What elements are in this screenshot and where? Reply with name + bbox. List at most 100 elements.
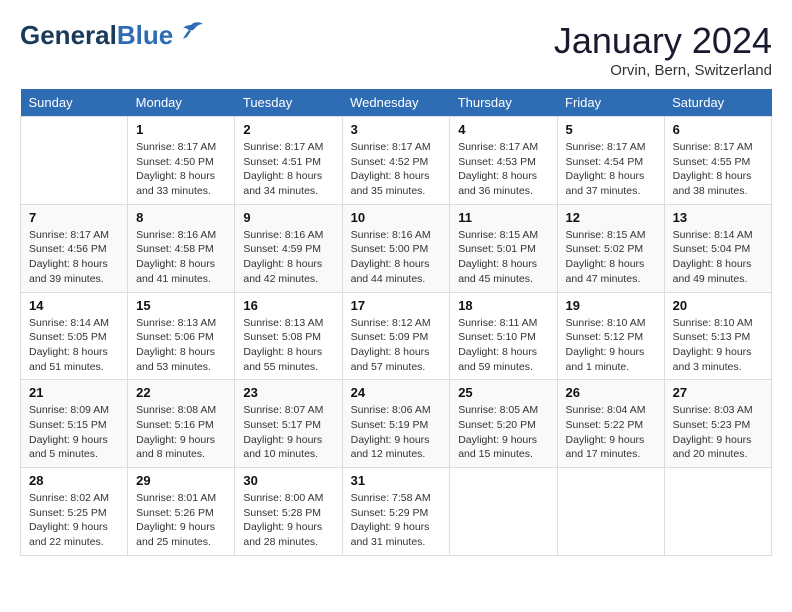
location: Orvin, Bern, Switzerland [554,62,772,79]
calendar-cell: 2 Sunrise: 8:17 AMSunset: 4:51 PMDaylight… [235,117,342,205]
day-info: Sunrise: 8:15 AMSunset: 5:02 PMDaylight:… [566,228,656,287]
calendar-cell: 20Sunrise: 8:10 AMSunset: 5:13 PMDayligh… [664,292,771,380]
day-number: 16 [243,298,333,313]
calendar-cell: 25 Sunrise: 8:05 AMSunset: 5:20 PMDayligh… [450,380,557,468]
calendar-cell: 5 Sunrise: 8:17 AMSunset: 4:54 PMDaylight… [557,117,664,205]
calendar-cell: 23 Sunrise: 8:07 AMSunset: 5:17 PMDayligh… [235,380,342,468]
day-info: Sunrise: 8:09 AMSunset: 5:15 PMDaylight:… [29,403,119,462]
calendar-cell [21,117,128,205]
calendar-cell: 3 Sunrise: 8:17 AMSunset: 4:52 PMDaylight… [342,117,450,205]
day-number: 14 [29,298,119,313]
day-number: 30 [243,473,333,488]
day-info: Sunrise: 8:05 AMSunset: 5:20 PMDaylight:… [458,403,548,462]
day-number: 9 [243,210,333,225]
day-info: Sunrise: 8:04 AMSunset: 5:22 PMDaylight:… [566,403,656,462]
day-info: Sunrise: 8:17 AMSunset: 4:53 PMDaylight:… [458,140,548,199]
day-info: Sunrise: 8:12 AMSunset: 5:09 PMDaylight:… [351,316,442,375]
day-number: 8 [136,210,226,225]
day-number: 27 [673,385,763,400]
calendar-week-row: 7 Sunrise: 8:17 AMSunset: 4:56 PMDaylight… [21,204,772,292]
day-number: 29 [136,473,226,488]
day-info: Sunrise: 8:17 AMSunset: 4:51 PMDaylight:… [243,140,333,199]
calendar-header-row: SundayMondayTuesdayWednesdayThursdayFrid… [21,89,772,117]
calendar-cell: 31 Sunrise: 7:58 AMSunset: 5:29 PMDayligh… [342,468,450,556]
day-number: 6 [673,122,763,137]
calendar-cell: 30 Sunrise: 8:00 AMSunset: 5:28 PMDayligh… [235,468,342,556]
day-number: 10 [351,210,442,225]
day-info: Sunrise: 8:10 AMSunset: 5:12 PMDaylight:… [566,316,656,375]
day-of-week-header: Sunday [21,89,128,117]
day-number: 3 [351,122,442,137]
day-info: Sunrise: 8:11 AMSunset: 5:10 PMDaylight:… [458,316,548,375]
day-number: 24 [351,385,442,400]
day-info: Sunrise: 8:07 AMSunset: 5:17 PMDaylight:… [243,403,333,462]
month-title: January 2024 [554,20,772,62]
day-info: Sunrise: 8:17 AMSunset: 4:54 PMDaylight:… [566,140,656,199]
calendar-table: SundayMondayTuesdayWednesdayThursdayFrid… [20,89,772,556]
day-number: 28 [29,473,119,488]
day-number: 22 [136,385,226,400]
day-info: Sunrise: 8:00 AMSunset: 5:28 PMDaylight:… [243,491,333,550]
calendar-cell: 22 Sunrise: 8:08 AMSunset: 5:16 PMDayligh… [128,380,235,468]
day-info: Sunrise: 8:17 AMSunset: 4:50 PMDaylight:… [136,140,226,199]
calendar-week-row: 1 Sunrise: 8:17 AMSunset: 4:50 PMDaylight… [21,117,772,205]
logo-general: General [20,20,117,50]
day-info: Sunrise: 8:03 AMSunset: 5:23 PMDaylight:… [673,403,763,462]
day-number: 21 [29,385,119,400]
calendar-cell: 29Sunrise: 8:01 AMSunset: 5:26 PMDayligh… [128,468,235,556]
calendar-cell [557,468,664,556]
calendar-cell: 1 Sunrise: 8:17 AMSunset: 4:50 PMDaylight… [128,117,235,205]
calendar-cell: 26Sunrise: 8:04 AMSunset: 5:22 PMDayligh… [557,380,664,468]
day-number: 15 [136,298,226,313]
calendar-cell: 12 Sunrise: 8:15 AMSunset: 5:02 PMDayligh… [557,204,664,292]
calendar-cell: 10 Sunrise: 8:16 AMSunset: 5:00 PMDayligh… [342,204,450,292]
calendar-cell: 21 Sunrise: 8:09 AMSunset: 5:15 PMDayligh… [21,380,128,468]
day-info: Sunrise: 8:16 AMSunset: 5:00 PMDaylight:… [351,228,442,287]
day-number: 18 [458,298,548,313]
logo-blue: Blue [117,20,173,50]
day-info: Sunrise: 8:14 AMSunset: 5:04 PMDaylight:… [673,228,763,287]
day-info: Sunrise: 8:10 AMSunset: 5:13 PMDaylight:… [673,316,763,375]
calendar-cell: 17Sunrise: 8:12 AMSunset: 5:09 PMDayligh… [342,292,450,380]
calendar-cell: 24 Sunrise: 8:06 AMSunset: 5:19 PMDayligh… [342,380,450,468]
day-of-week-header: Friday [557,89,664,117]
calendar-cell: 15Sunrise: 8:13 AMSunset: 5:06 PMDayligh… [128,292,235,380]
day-info: Sunrise: 8:17 AMSunset: 4:56 PMDaylight:… [29,228,119,287]
day-info: Sunrise: 8:17 AMSunset: 4:55 PMDaylight:… [673,140,763,199]
day-number: 13 [673,210,763,225]
day-number: 7 [29,210,119,225]
day-info: Sunrise: 8:08 AMSunset: 5:16 PMDaylight:… [136,403,226,462]
day-number: 5 [566,122,656,137]
calendar-cell [450,468,557,556]
day-info: Sunrise: 8:02 AMSunset: 5:25 PMDaylight:… [29,491,119,550]
calendar-cell: 28 Sunrise: 8:02 AMSunset: 5:25 PMDayligh… [21,468,128,556]
calendar-cell: 11Sunrise: 8:15 AMSunset: 5:01 PMDayligh… [450,204,557,292]
day-info: Sunrise: 8:17 AMSunset: 4:52 PMDaylight:… [351,140,442,199]
calendar-cell [664,468,771,556]
day-number: 31 [351,473,442,488]
calendar-week-row: 21 Sunrise: 8:09 AMSunset: 5:15 PMDayligh… [21,380,772,468]
day-number: 25 [458,385,548,400]
day-number: 23 [243,385,333,400]
calendar-cell: 4Sunrise: 8:17 AMSunset: 4:53 PMDaylight… [450,117,557,205]
calendar-body: 1 Sunrise: 8:17 AMSunset: 4:50 PMDaylight… [21,117,772,556]
day-of-week-header: Wednesday [342,89,450,117]
day-number: 12 [566,210,656,225]
day-of-week-header: Tuesday [235,89,342,117]
calendar-cell: 9Sunrise: 8:16 AMSunset: 4:59 PMDaylight… [235,204,342,292]
calendar-cell: 27 Sunrise: 8:03 AMSunset: 5:23 PMDayligh… [664,380,771,468]
day-info: Sunrise: 8:13 AMSunset: 5:08 PMDaylight:… [243,316,333,375]
day-info: Sunrise: 8:06 AMSunset: 5:19 PMDaylight:… [351,403,442,462]
logo-bird-icon [177,21,205,43]
calendar-cell: 14Sunrise: 8:14 AMSunset: 5:05 PMDayligh… [21,292,128,380]
calendar-cell: 8Sunrise: 8:16 AMSunset: 4:58 PMDaylight… [128,204,235,292]
calendar-week-row: 28 Sunrise: 8:02 AMSunset: 5:25 PMDayligh… [21,468,772,556]
day-number: 1 [136,122,226,137]
day-number: 19 [566,298,656,313]
day-info: Sunrise: 7:58 AMSunset: 5:29 PMDaylight:… [351,491,442,550]
calendar-week-row: 14Sunrise: 8:14 AMSunset: 5:05 PMDayligh… [21,292,772,380]
day-number: 11 [458,210,548,225]
day-number: 2 [243,122,333,137]
day-of-week-header: Monday [128,89,235,117]
logo: GeneralBlue [20,20,205,51]
